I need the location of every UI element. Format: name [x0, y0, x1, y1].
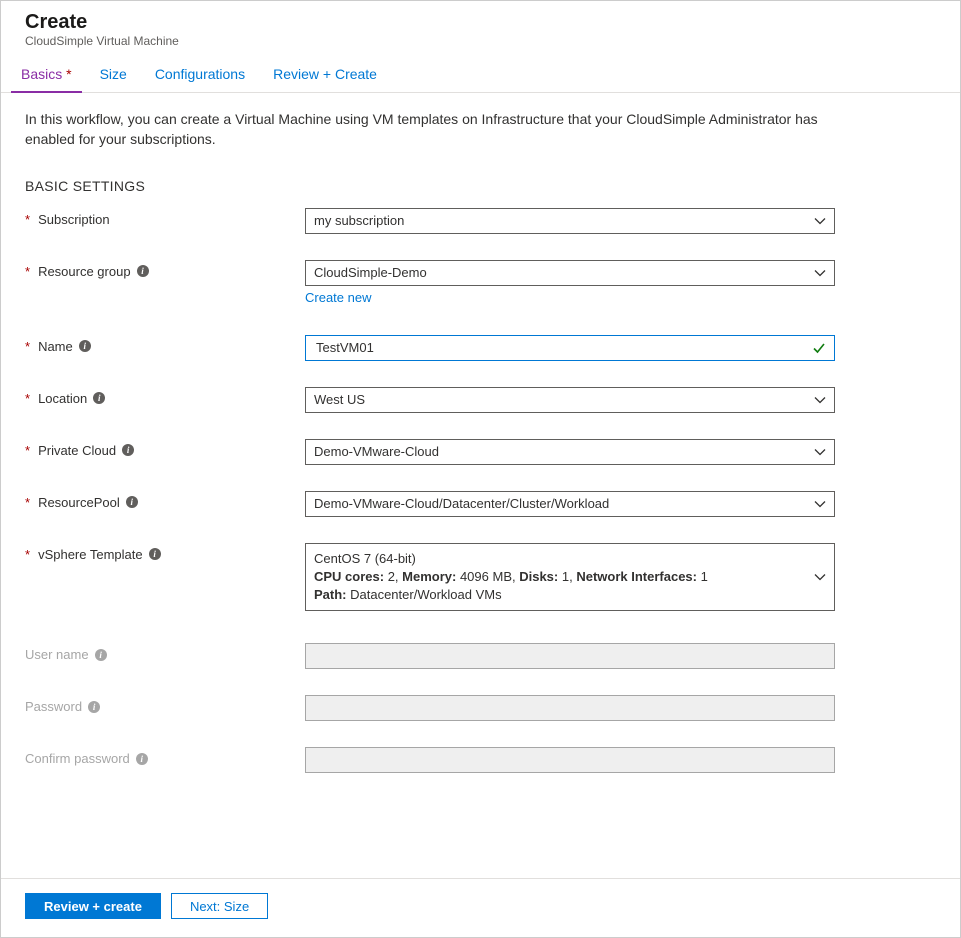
- label-location: * Location i: [25, 387, 305, 406]
- private-cloud-select[interactable]: Demo-VMware-Cloud: [305, 439, 835, 465]
- row-name: * Name i: [25, 335, 936, 361]
- row-resource-group: * Resource group i CloudSimple-Demo Crea…: [25, 260, 936, 305]
- info-icon[interactable]: i: [137, 265, 149, 277]
- info-icon[interactable]: i: [79, 340, 91, 352]
- info-icon[interactable]: i: [149, 548, 161, 560]
- info-icon[interactable]: i: [136, 753, 148, 765]
- label-resource-group: * Resource group i: [25, 260, 305, 279]
- tab-size[interactable]: Size: [86, 56, 141, 92]
- row-vsphere-template: * vSphere Template i CentOS 7 (64-bit) C…: [25, 543, 936, 612]
- name-input[interactable]: [314, 339, 812, 356]
- info-icon[interactable]: i: [93, 392, 105, 404]
- chevron-down-icon: [814, 446, 826, 458]
- label-subscription: * Subscription: [25, 208, 305, 227]
- template-name: CentOS 7 (64-bit): [314, 550, 806, 568]
- chevron-down-icon: [814, 571, 826, 583]
- tab-review[interactable]: Review + Create: [259, 56, 391, 92]
- private-cloud-value: Demo-VMware-Cloud: [314, 444, 439, 459]
- create-vm-form: Create CloudSimple Virtual Machine Basic…: [0, 0, 961, 938]
- tabs: Basics * Size Configurations Review + Cr…: [1, 56, 960, 93]
- chevron-down-icon: [814, 394, 826, 406]
- username-input: [305, 643, 835, 669]
- create-new-link[interactable]: Create new: [305, 290, 371, 305]
- resource-pool-value: Demo-VMware-Cloud/Datacenter/Cluster/Wor…: [314, 496, 609, 511]
- row-password: Password i: [25, 695, 936, 721]
- template-specs: CPU cores: 2, Memory: 4096 MB, Disks: 1,…: [314, 568, 806, 586]
- review-create-button[interactable]: Review + create: [25, 893, 161, 919]
- content: In this workflow, you can create a Virtu…: [1, 93, 960, 878]
- template-path: Path: Datacenter/Workload VMs: [314, 586, 806, 604]
- row-private-cloud: * Private Cloud i Demo-VMware-Cloud: [25, 439, 936, 465]
- row-resource-pool: * ResourcePool i Demo-VMware-Cloud/Datac…: [25, 491, 936, 517]
- resource-group-value: CloudSimple-Demo: [314, 265, 427, 280]
- intro-text: In this workflow, you can create a Virtu…: [25, 109, 845, 150]
- location-value: West US: [314, 392, 365, 407]
- chevron-down-icon: [814, 215, 826, 227]
- resource-group-select[interactable]: CloudSimple-Demo: [305, 260, 835, 286]
- info-icon[interactable]: i: [88, 701, 100, 713]
- resource-pool-select[interactable]: Demo-VMware-Cloud/Datacenter/Cluster/Wor…: [305, 491, 835, 517]
- subscription-select[interactable]: my subscription: [305, 208, 835, 234]
- section-title: BASIC SETTINGS: [25, 178, 936, 194]
- info-icon[interactable]: i: [122, 444, 134, 456]
- info-icon[interactable]: i: [95, 649, 107, 661]
- subscription-value: my subscription: [314, 213, 404, 228]
- row-username: User name i: [25, 643, 936, 669]
- password-input: [305, 695, 835, 721]
- label-vsphere-template: * vSphere Template i: [25, 543, 305, 562]
- tab-configurations[interactable]: Configurations: [141, 56, 259, 92]
- next-size-button[interactable]: Next: Size: [171, 893, 268, 919]
- footer: Review + create Next: Size: [1, 878, 960, 937]
- header: Create CloudSimple Virtual Machine: [1, 1, 960, 56]
- label-name: * Name i: [25, 335, 305, 354]
- label-resource-pool: * ResourcePool i: [25, 491, 305, 510]
- location-select[interactable]: West US: [305, 387, 835, 413]
- row-subscription: * Subscription my subscription: [25, 208, 936, 234]
- label-confirm-password: Confirm password i: [25, 747, 305, 766]
- row-location: * Location i West US: [25, 387, 936, 413]
- confirm-password-input: [305, 747, 835, 773]
- page-subtitle: CloudSimple Virtual Machine: [25, 34, 936, 48]
- page-title: Create: [25, 11, 936, 34]
- check-icon: [812, 341, 826, 355]
- row-confirm-password: Confirm password i: [25, 747, 936, 773]
- vsphere-template-select[interactable]: CentOS 7 (64-bit) CPU cores: 2, Memory: …: [305, 543, 835, 612]
- label-private-cloud: * Private Cloud i: [25, 439, 305, 458]
- info-icon[interactable]: i: [126, 496, 138, 508]
- label-password: Password i: [25, 695, 305, 714]
- name-input-wrapper: [305, 335, 835, 361]
- tab-basics[interactable]: Basics *: [7, 56, 86, 92]
- label-username: User name i: [25, 643, 305, 662]
- chevron-down-icon: [814, 498, 826, 510]
- chevron-down-icon: [814, 267, 826, 279]
